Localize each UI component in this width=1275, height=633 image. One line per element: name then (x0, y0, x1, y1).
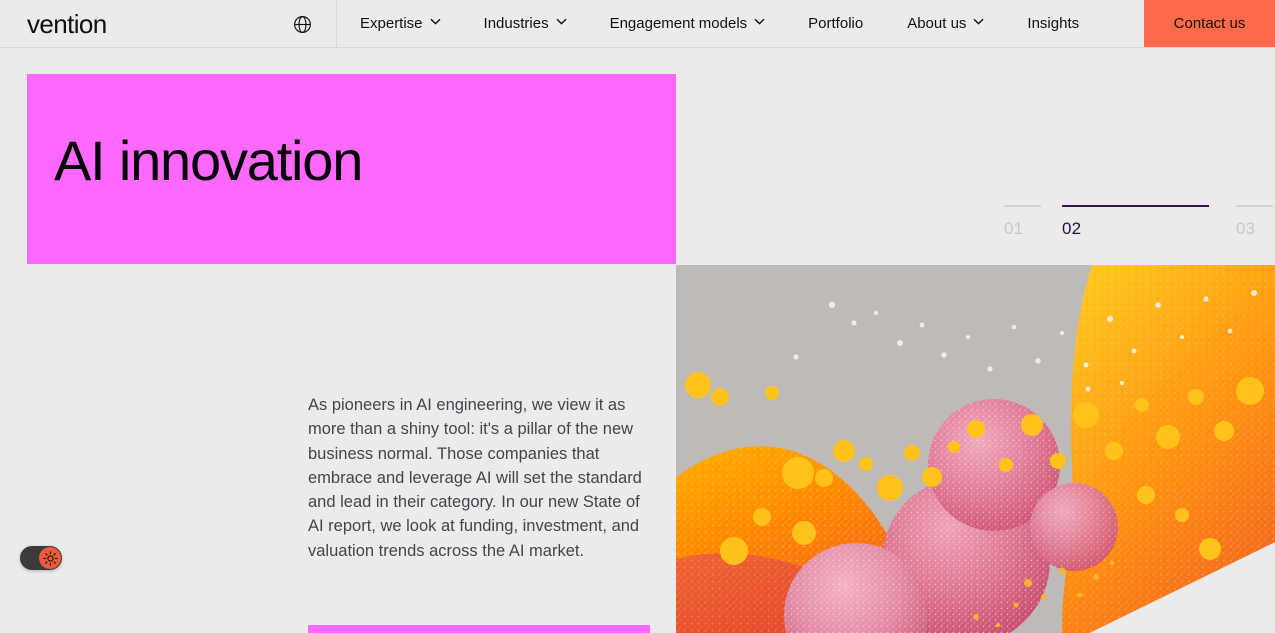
globe-icon[interactable] (291, 13, 313, 35)
pagination-item-03[interactable]: 03 (1236, 205, 1273, 239)
nav-label: Insights (1027, 15, 1080, 32)
chevron-down-icon (973, 18, 984, 28)
nav-item-expertise[interactable]: Expertise (360, 0, 441, 47)
page-root: vention Expertise Industries Engagement … (0, 0, 1275, 633)
nav-item-portfolio[interactable]: Portfolio (808, 0, 863, 47)
slide-pagination: 01 02 03 (1004, 205, 1273, 247)
hero-image (676, 265, 1275, 633)
nav-label: Industries (483, 15, 549, 32)
nav-label: About us (907, 15, 967, 32)
nav-item-insights[interactable]: Insights (1027, 0, 1079, 47)
chevron-down-icon (754, 18, 765, 28)
nav-label: Portfolio (808, 15, 864, 32)
sun-icon (39, 547, 61, 569)
nav-lead-spacer (337, 0, 360, 47)
hero-description: As pioneers in AI engineering, we view i… (308, 396, 642, 560)
chevron-down-icon (430, 18, 441, 28)
brand-zone: vention (0, 0, 337, 47)
nav-gap (983, 0, 1027, 47)
pagination-rule (1004, 205, 1041, 207)
nav-gap (566, 0, 610, 47)
vention-logo[interactable]: vention (27, 10, 107, 38)
nav-gap (764, 0, 808, 47)
contact-us-button[interactable]: Contact us (1144, 0, 1275, 47)
nav-label: Engagement models (609, 15, 748, 32)
pagination-item-01[interactable]: 01 (1004, 205, 1041, 239)
hero-title-block: AI innovation (27, 74, 676, 264)
pagination-number: 01 (1004, 219, 1024, 238)
nav-gap (863, 0, 907, 47)
nav-label: Expertise (360, 15, 423, 32)
pagination-rule (1062, 205, 1209, 207)
theme-toggle[interactable] (20, 546, 62, 570)
pagination-rule (1236, 205, 1273, 207)
pagination-item-02[interactable]: 02 (1062, 205, 1209, 239)
chevron-down-icon (556, 18, 567, 28)
nav-item-industries[interactable]: Industries (483, 0, 567, 47)
accent-bar (308, 625, 650, 633)
pagination-number: 02 (1062, 219, 1082, 238)
site-header: vention Expertise Industries Engagement … (0, 0, 1275, 48)
nav-item-about-us[interactable]: About us (907, 0, 984, 47)
main-navigation: Expertise Industries Engagement models P… (337, 0, 1275, 47)
nav-gap (440, 0, 484, 47)
pagination-number: 03 (1236, 219, 1256, 238)
nav-item-engagement-models[interactable]: Engagement models (610, 0, 765, 47)
page-title: AI innovation (54, 129, 363, 192)
